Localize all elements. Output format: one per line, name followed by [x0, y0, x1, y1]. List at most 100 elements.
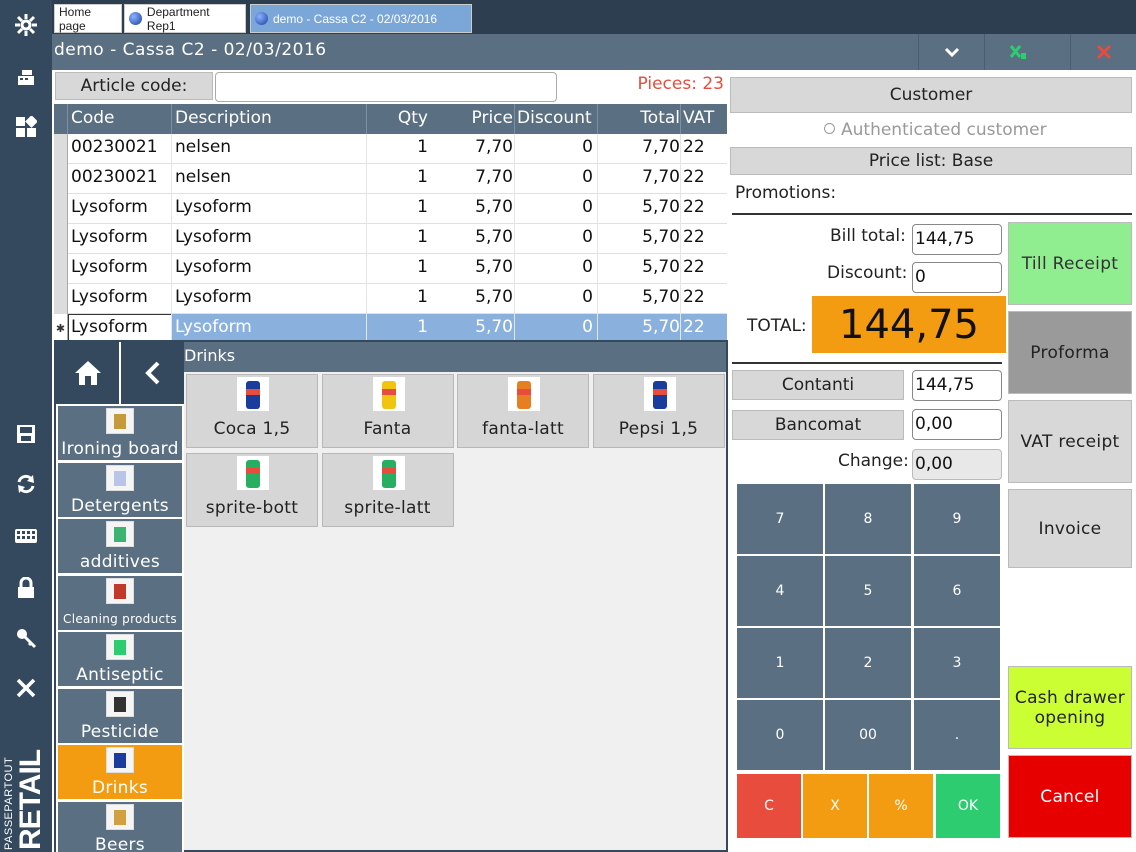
- category-thumbnail: [106, 408, 134, 434]
- category-pesticide[interactable]: Pesticide: [58, 688, 182, 743]
- key-ok[interactable]: OK: [936, 774, 1000, 838]
- key-00[interactable]: 00: [825, 700, 911, 770]
- cell-code: 00230021: [71, 137, 158, 157]
- category-thumbnail: [106, 577, 134, 604]
- col-discount[interactable]: Discount: [517, 108, 592, 128]
- table-row[interactable]: 00230021 nelsen 1 7,70 0 7,70 22: [54, 134, 727, 164]
- close-icon[interactable]: [0, 670, 52, 706]
- key-4[interactable]: 4: [737, 556, 823, 626]
- product-fanta-latt[interactable]: fanta-latt: [457, 374, 589, 448]
- proforma-button[interactable]: Proforma: [1008, 311, 1132, 394]
- table-row[interactable]: Lysoform Lysoform 1 5,70 0 5,70 22: [54, 194, 727, 224]
- table-row[interactable]: ✱ Lysoform Lysoform 1 5,70 0 5,70 22: [54, 314, 727, 340]
- key-x[interactable]: X: [803, 774, 867, 838]
- price-list[interactable]: Price list: Base: [730, 147, 1132, 175]
- tab-home-page[interactable]: Home page: [54, 4, 122, 33]
- cash-drawer-button[interactable]: Cash drawer opening: [1008, 666, 1132, 749]
- key-7[interactable]: 7: [737, 484, 823, 554]
- bill-total-field[interactable]: 144,75: [912, 224, 1002, 255]
- table-row[interactable]: Lysoform Lysoform 1 5,70 0 5,70 22: [54, 254, 727, 284]
- row-marker[interactable]: [54, 134, 68, 164]
- category-detergents[interactable]: Detergents: [58, 462, 182, 517]
- row-marker[interactable]: [54, 224, 68, 254]
- tab-demo-cassa[interactable]: demo - Cassa C2 - 02/03/2016: [250, 4, 472, 33]
- cash-button[interactable]: Contanti: [732, 370, 904, 400]
- brand-large: RETAIL: [14, 749, 47, 850]
- cell-discount: 0: [582, 197, 593, 217]
- key-percent[interactable]: %: [869, 774, 933, 838]
- product-pepsi-1-5[interactable]: Pepsi 1,5: [592, 374, 725, 448]
- card-field[interactable]: 0,00: [912, 409, 1002, 440]
- change-field: 0,00: [912, 449, 1002, 480]
- category-label: additives: [79, 552, 161, 572]
- refresh-icon[interactable]: [0, 466, 52, 502]
- row-marker[interactable]: [54, 164, 68, 194]
- col-qty[interactable]: Qty: [398, 108, 428, 128]
- product-fanta[interactable]: Fanta: [321, 374, 454, 448]
- category-thumbnail: [106, 634, 134, 660]
- row-marker[interactable]: [54, 194, 68, 224]
- lock-icon[interactable]: [0, 570, 52, 606]
- key-c[interactable]: C: [737, 774, 801, 838]
- vat-receipt-button[interactable]: VAT receipt: [1008, 400, 1132, 483]
- cancel-button[interactable]: Cancel: [1008, 755, 1132, 838]
- chevron-down-button[interactable]: [918, 34, 984, 70]
- dashboard-icon[interactable]: [0, 109, 52, 145]
- product-label: sprite-latt: [344, 498, 431, 518]
- col-total[interactable]: Total: [640, 108, 680, 128]
- col-vat[interactable]: VAT: [683, 108, 714, 128]
- key-8[interactable]: 8: [825, 484, 911, 554]
- table-row[interactable]: Lysoform Lysoform 1 5,70 0 5,70 22: [54, 224, 727, 254]
- key-0[interactable]: 0: [737, 700, 823, 770]
- article-code-input[interactable]: [215, 72, 557, 102]
- table-row[interactable]: 00230021 nelsen 1 7,70 0 7,70 22: [54, 164, 727, 194]
- pieces-count: Pieces: 23: [637, 74, 725, 94]
- category-cleaning-products[interactable]: Cleaning products: [58, 575, 182, 630]
- tab-label: Home page: [59, 4, 92, 33]
- invoice-button[interactable]: Invoice: [1008, 489, 1132, 568]
- customer-button[interactable]: Customer: [730, 77, 1132, 113]
- cell-description: nelsen: [175, 137, 232, 157]
- product-image: [372, 377, 405, 411]
- cell-vat: 22: [683, 167, 705, 187]
- left-sidebar: PASSEPARTOUT RETAIL: [0, 0, 52, 852]
- back-button[interactable]: [121, 342, 184, 404]
- row-marker[interactable]: [54, 254, 68, 284]
- key-dot[interactable]: .: [914, 700, 1000, 770]
- key-2[interactable]: 2: [825, 628, 911, 698]
- key-9[interactable]: 9: [914, 484, 1000, 554]
- category-beers[interactable]: Beers: [58, 801, 182, 852]
- product-coca-1-5[interactable]: Coca 1,5: [186, 374, 318, 448]
- gear-icon[interactable]: [0, 7, 52, 43]
- row-marker[interactable]: [54, 284, 68, 314]
- save-icon[interactable]: [0, 416, 52, 452]
- key-icon[interactable]: [0, 620, 52, 656]
- close-window-button[interactable]: [1070, 34, 1136, 70]
- authenticated-customer[interactable]: Authenticated customer: [824, 120, 1047, 140]
- till-receipt-button[interactable]: Till Receipt: [1008, 222, 1132, 305]
- tab-department-rep1[interactable]: Department Rep1: [124, 4, 246, 33]
- category-additives[interactable]: additives: [58, 519, 182, 573]
- col-code[interactable]: Code: [71, 108, 115, 128]
- col-description[interactable]: Description: [175, 108, 272, 128]
- excel-icon: [1009, 45, 1026, 59]
- row-marker[interactable]: ✱: [54, 314, 68, 340]
- key-5[interactable]: 5: [825, 556, 911, 626]
- register-icon[interactable]: [0, 60, 52, 96]
- home-button[interactable]: [56, 342, 119, 404]
- keyboard-icon[interactable]: [0, 518, 52, 554]
- discount-field[interactable]: 0: [912, 262, 1002, 293]
- key-3[interactable]: 3: [914, 628, 1000, 698]
- table-row[interactable]: Lysoform Lysoform 1 5,70 0 5,70 22: [54, 284, 727, 314]
- category-drinks[interactable]: Drinks: [58, 745, 182, 799]
- col-price[interactable]: Price: [472, 108, 513, 128]
- card-button[interactable]: Bancomat: [732, 410, 904, 440]
- category-ironing-board[interactable]: Ironing board: [58, 406, 182, 460]
- key-6[interactable]: 6: [914, 556, 1000, 626]
- product-sprite-bott[interactable]: sprite-bott: [186, 453, 318, 527]
- excel-export-button[interactable]: [984, 34, 1050, 70]
- key-1[interactable]: 1: [737, 628, 823, 698]
- product-sprite-latt[interactable]: sprite-latt: [321, 453, 454, 527]
- category-antiseptic[interactable]: Antiseptic: [58, 632, 182, 686]
- cash-field[interactable]: 144,75: [912, 370, 1002, 401]
